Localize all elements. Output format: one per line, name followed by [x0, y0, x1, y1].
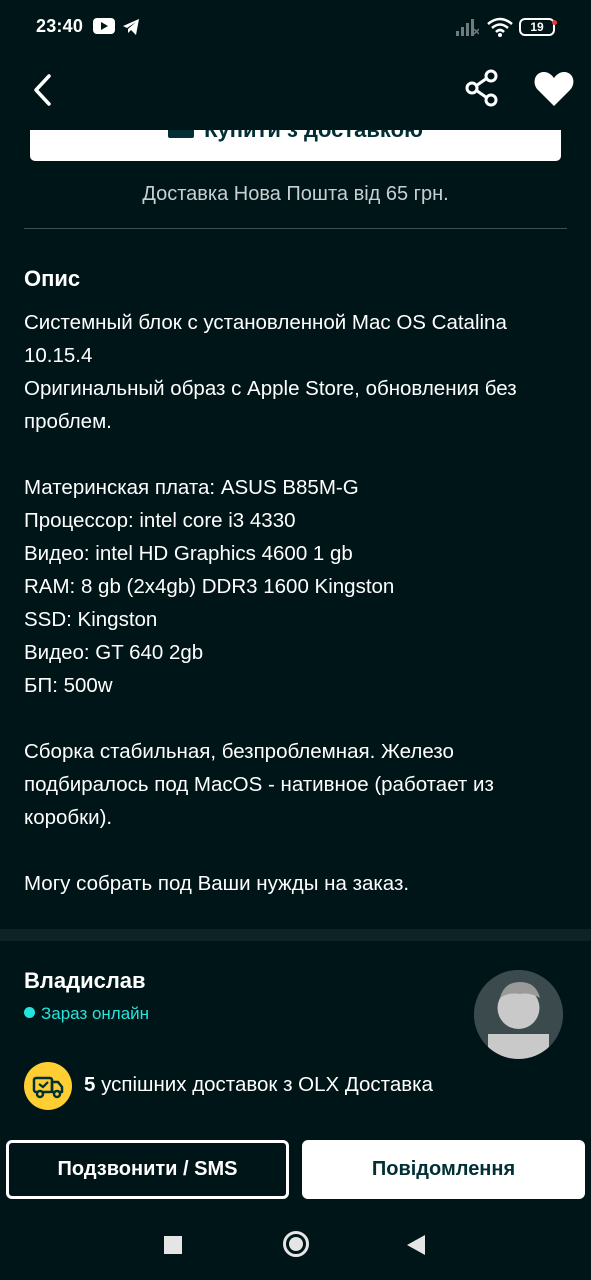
description-body: Системный блок с установленной Mac OS Ca… [24, 306, 569, 900]
seller-name[interactable]: Владислав [24, 968, 146, 994]
description-paragraph: Материнская плата: ASUS B85M-G Процессор… [24, 476, 395, 697]
youtube-icon [93, 18, 115, 34]
description-paragraph: Системный блок с установленной Mac OS Ca… [24, 311, 517, 433]
description-paragraph: Могу собрать под Ваши нужды на заказ. [24, 872, 410, 895]
description-title: Опис [24, 266, 81, 291]
recent-apps-icon[interactable] [164, 1236, 182, 1254]
back-triangle-icon[interactable] [407, 1235, 425, 1255]
status-time: 23:40 [36, 16, 84, 36]
delivery-price-note: Доставка Нова Пошта від 65 грн. [142, 183, 449, 205]
top-app-bar [0, 56, 591, 130]
telegram-icon [123, 19, 139, 35]
online-status-label: Зараз онлайн [41, 1004, 150, 1023]
system-navigation-bar [0, 1210, 591, 1280]
delivery-badge [24, 1062, 72, 1110]
divider [24, 228, 567, 229]
description-paragraph: Сборка стабильная, безпроблемная. Железо… [24, 740, 494, 829]
online-dot-icon [24, 1007, 35, 1018]
home-icon[interactable] [283, 1231, 309, 1257]
signal-icon [456, 19, 479, 36]
section-separator [0, 929, 591, 941]
avatar[interactable] [474, 970, 563, 1059]
status-bar: 23:40 19 [0, 0, 591, 56]
deliveries-count: 5 [84, 1073, 96, 1096]
deliveries-label: успішних доставок з OLX Доставка [95, 1073, 433, 1096]
chevron-left-icon[interactable] [22, 68, 66, 112]
truck-icon [32, 1076, 64, 1099]
deliveries-summary: 5 успішних доставок з OLX Доставка [84, 1073, 433, 1097]
share-icon[interactable] [460, 66, 504, 110]
call-sms-button[interactable]: Подзвонити / SMS [6, 1140, 289, 1199]
heart-icon[interactable] [530, 64, 578, 112]
wifi-icon [487, 17, 513, 37]
online-status: Зараз онлайн [24, 1004, 149, 1024]
battery-alert-dot [552, 20, 557, 25]
battery-icon: 19 [519, 18, 555, 36]
bottom-action-bar: Подзвонити / SMS Повідомлення [0, 1130, 591, 1210]
message-button[interactable]: Повідомлення [302, 1140, 585, 1199]
